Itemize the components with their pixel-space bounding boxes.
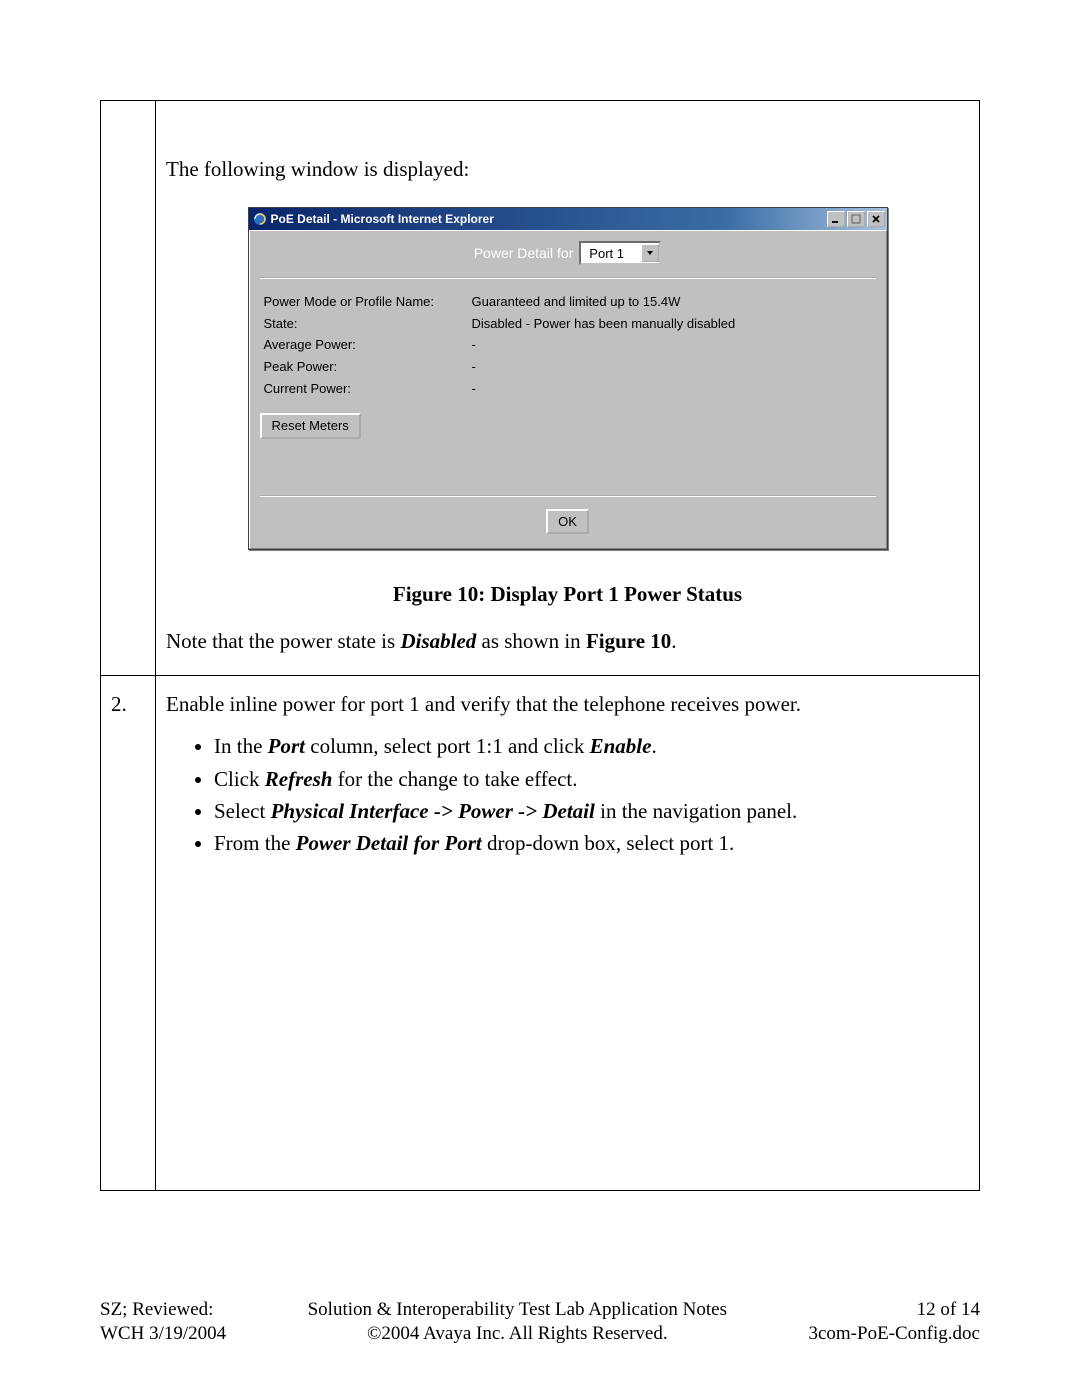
window-body: Power Detail for Port 1	[249, 230, 887, 549]
window-titlebar[interactable]: PoE Detail - Microsoft Internet Explorer	[249, 208, 887, 230]
detail-table: Power Mode or Profile Name: Guaranteed a…	[260, 291, 876, 399]
note-figure-ref: Figure 10	[586, 629, 671, 653]
footer-date: WCH 3/19/2004	[100, 1322, 226, 1347]
table-row: The following window is displayed: PoE D…	[101, 101, 980, 676]
intro-text: The following window is displayed:	[166, 155, 969, 183]
current-power-label: Current Power:	[260, 378, 468, 400]
list-item: Click Refresh for the change to take eff…	[214, 765, 969, 793]
detail-section: Power Mode or Profile Name: Guaranteed a…	[260, 277, 876, 446]
footer-reviewed: SZ; Reviewed:	[100, 1298, 226, 1323]
note-text: Note that the power state is	[166, 629, 400, 653]
power-mode-label: Power Mode or Profile Name:	[260, 291, 468, 313]
footer-right: 12 of 14 3com-PoE-Config.doc	[808, 1298, 980, 1347]
note-line: Note that the power state is Disabled as…	[166, 627, 969, 655]
step-content-cell: The following window is displayed: PoE D…	[156, 101, 980, 676]
list-item: Select Physical Interface -> Power -> De…	[214, 797, 969, 825]
step-number-cell: 2.	[101, 675, 156, 1190]
power-detail-label: Power Detail for	[474, 244, 574, 263]
figure-caption: Figure 10: Display Port 1 Power Status	[166, 580, 969, 608]
power-detail-header: Power Detail for Port 1	[260, 237, 876, 275]
footer-left: SZ; Reviewed: WCH 3/19/2004	[100, 1298, 226, 1347]
poe-detail-window: PoE Detail - Microsoft Internet Explorer	[248, 207, 888, 550]
step2-bullets: In the Port column, select port 1:1 and …	[194, 732, 969, 857]
window-title: PoE Detail - Microsoft Internet Explorer	[271, 211, 827, 227]
ok-button[interactable]: OK	[546, 509, 589, 535]
page-footer: SZ; Reviewed: WCH 3/19/2004 Solution & I…	[100, 1298, 980, 1347]
table-row: State: Disabled - Power has been manuall…	[260, 313, 876, 335]
reset-meters-button[interactable]: Reset Meters	[260, 413, 361, 439]
table-row: Power Mode or Profile Name: Guaranteed a…	[260, 291, 876, 313]
table-row: Average Power: -	[260, 334, 876, 356]
note-disabled: Disabled	[400, 629, 476, 653]
footer-title: Solution & Interoperability Test Lab App…	[308, 1298, 727, 1323]
footer-filename: 3com-PoE-Config.doc	[808, 1322, 980, 1347]
avg-power-label: Average Power:	[260, 334, 468, 356]
ie-app-icon	[253, 212, 267, 226]
chevron-down-icon[interactable]	[641, 244, 659, 262]
port-dropdown-value: Port 1	[581, 245, 641, 263]
port-dropdown[interactable]: Port 1	[579, 241, 661, 265]
peak-power-label: Peak Power:	[260, 356, 468, 378]
note-text: as shown in	[476, 629, 586, 653]
table-row: 2. Enable inline power for port 1 and ve…	[101, 675, 980, 1190]
step-number-cell	[101, 101, 156, 676]
table-row: Current Power: -	[260, 378, 876, 400]
instruction-table: The following window is displayed: PoE D…	[100, 100, 980, 1191]
maximize-button[interactable]	[847, 211, 865, 227]
step-content-cell: Enable inline power for port 1 and verif…	[156, 675, 980, 1190]
list-item: In the Port column, select port 1:1 and …	[214, 732, 969, 760]
note-text: .	[671, 629, 676, 653]
current-power-value: -	[468, 378, 876, 400]
table-row: Peak Power: -	[260, 356, 876, 378]
list-item: From the Power Detail for Port drop-down…	[214, 829, 969, 857]
avg-power-value: -	[468, 334, 876, 356]
footer-copyright: ©2004 Avaya Inc. All Rights Reserved.	[308, 1322, 727, 1347]
close-button[interactable]	[867, 211, 885, 227]
peak-power-value: -	[468, 356, 876, 378]
power-mode-value: Guaranteed and limited up to 15.4W	[468, 291, 876, 313]
ok-row: OK	[260, 495, 876, 535]
state-value: Disabled - Power has been manually disab…	[468, 313, 876, 335]
minimize-button[interactable]	[827, 211, 845, 227]
state-label: State:	[260, 313, 468, 335]
footer-center: Solution & Interoperability Test Lab App…	[308, 1298, 727, 1347]
footer-page-number: 12 of 14	[808, 1298, 980, 1323]
step2-intro: Enable inline power for port 1 and verif…	[166, 690, 969, 718]
document-page: The following window is displayed: PoE D…	[0, 0, 1080, 1397]
